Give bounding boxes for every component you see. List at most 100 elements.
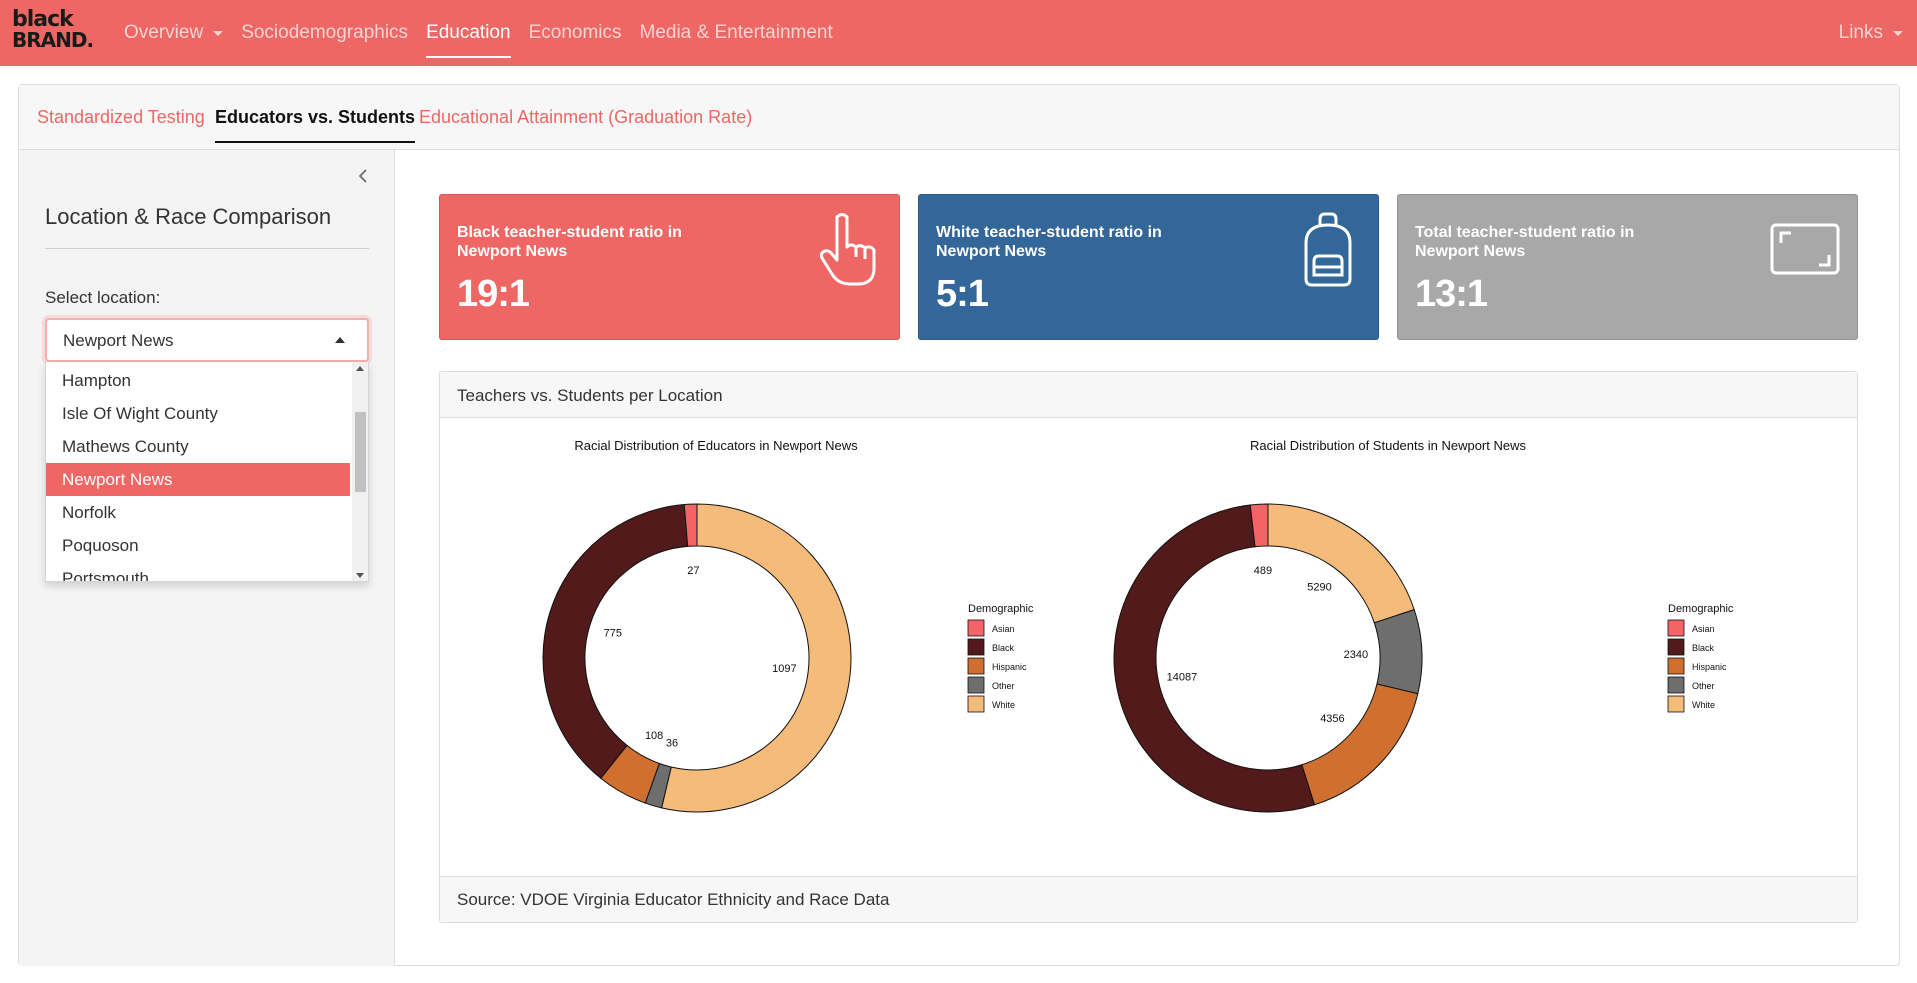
top-navbar: black BRAND. Overview Sociodemographics …	[0, 0, 1917, 66]
legend-label: Asian	[1692, 624, 1715, 634]
dropdown-option[interactable]: Poquoson	[46, 529, 350, 562]
legend-swatch	[1667, 676, 1685, 694]
data-label: 36	[666, 737, 678, 749]
chevron-left-icon	[358, 169, 367, 183]
brand-logo[interactable]: black BRAND.	[12, 7, 96, 54]
tab-educators-vs-students[interactable]: Educators vs. Students	[215, 107, 416, 143]
legend-label: Hispanic	[1692, 662, 1727, 672]
caret-down-icon	[1893, 30, 1903, 36]
scroll-down-icon[interactable]	[356, 573, 364, 578]
value-box-black-ratio: Black teacher-student ratio in Newport N…	[439, 194, 900, 340]
data-label: 14087	[1167, 671, 1198, 683]
brand-line2: BRAND.	[12, 28, 94, 52]
pie-slice-white	[1267, 503, 1415, 624]
legend-label: Black	[1692, 643, 1715, 653]
scroll-up-icon[interactable]	[356, 366, 364, 371]
nav-item-sociodemographics[interactable]: Sociodemographics	[241, 0, 408, 66]
dropdown-option[interactable]: Isle Of Wight County	[46, 397, 350, 430]
legend-swatch	[967, 619, 985, 637]
legend-swatch	[967, 695, 985, 713]
expand-icon	[1770, 223, 1840, 275]
chart-title: Racial Distribution of Students in Newpo…	[1250, 438, 1527, 453]
dropdown-option[interactable]: Norfolk	[46, 496, 350, 529]
legend-label: Other	[992, 681, 1015, 691]
nav-menu: Overview Sociodemographics Education Eco…	[124, 0, 851, 66]
select-location-label: Select location:	[45, 288, 161, 307]
value-box-title: Total teacher-student ratio in Newport N…	[1415, 224, 1635, 260]
legend-label: Other	[1692, 681, 1715, 691]
dropdown-option[interactable]: Hampton	[46, 364, 350, 397]
location-select-value: Newport News	[63, 331, 174, 350]
data-label: 108	[645, 730, 663, 742]
data-label: 489	[1254, 565, 1272, 577]
scrollbar-thumb[interactable]	[355, 412, 366, 492]
value-box-title: Black teacher-student ratio in Newport N…	[457, 224, 682, 260]
location-dropdown: Hampton Isle Of Wight County Mathews Cou…	[45, 362, 369, 582]
data-label: 4356	[1320, 713, 1344, 725]
panel-title: Teachers vs. Students per Location	[457, 386, 723, 405]
legend-swatch	[1667, 695, 1685, 713]
panel-source: Source: VDOE Virginia Educator Ethnicity…	[457, 890, 890, 909]
donut-charts: Racial Distribution of Educators in Newp…	[542, 438, 1734, 813]
data-label: 27	[687, 565, 699, 577]
nav-item-label: Media & Entertainment	[639, 22, 833, 43]
legend-label: Hispanic	[992, 662, 1027, 672]
tab-educational-attainment[interactable]: Educational Attainment (Graduation Rate)	[419, 107, 752, 128]
location-select-input[interactable]: Newport News	[45, 318, 369, 362]
sidebar-title: Location & Race Comparison	[45, 204, 332, 229]
nav-item-label: Education	[426, 22, 511, 43]
data-label: 2340	[1344, 649, 1368, 661]
dropdown-option[interactable]: Mathews County	[46, 430, 350, 463]
data-label: 775	[604, 627, 622, 639]
nav-item-label: Economics	[528, 22, 622, 43]
nav-item-economics[interactable]: Economics	[529, 0, 622, 66]
dropdown-option-selected[interactable]: Newport News	[46, 463, 350, 496]
hand-pointer-icon	[819, 213, 876, 286]
pie-slice-other	[1373, 609, 1423, 695]
sidebar-collapse-button[interactable]	[353, 166, 373, 190]
nav-item-media-entertainment[interactable]: Media & Entertainment	[640, 0, 833, 66]
legend-swatch	[1667, 619, 1685, 637]
nav-item-label: Sociodemographics	[241, 22, 409, 43]
value-box-title: White teacher-student ratio in Newport N…	[936, 224, 1162, 260]
legend-swatch	[1667, 638, 1685, 656]
legend-title: Demographic	[968, 603, 1034, 615]
data-label: 5290	[1307, 582, 1331, 594]
panel-header: Teachers vs. Students per Location	[440, 372, 1857, 418]
caret-down-icon	[213, 30, 224, 36]
legend-title: Demographic	[1668, 603, 1734, 615]
chart-panel: Teachers vs. Students per Location Racia…	[439, 371, 1858, 923]
legend-swatch	[967, 657, 985, 675]
value-box-value: 19:1	[457, 273, 530, 315]
chart-1: Racial Distribution of Students in Newpo…	[1113, 438, 1734, 813]
panel-footer: Source: VDOE Virginia Educator Ethnicity…	[440, 876, 1857, 922]
backpack-icon	[1304, 212, 1352, 287]
value-box-value: 13:1	[1415, 273, 1488, 315]
nav-item-overview[interactable]: Overview	[124, 0, 224, 66]
pie-slice-white	[660, 503, 852, 813]
sidebar: Location & Race Comparison Select locati…	[19, 150, 395, 966]
caret-up-icon	[335, 337, 345, 343]
value-box-white-ratio: White teacher-student ratio in Newport N…	[918, 194, 1379, 340]
legend-label: Asian	[992, 624, 1015, 634]
nav-item-label: Overview	[124, 22, 204, 43]
divider	[45, 248, 369, 249]
chart-0: Racial Distribution of Educators in Newp…	[542, 438, 1034, 813]
tab-standardized-testing[interactable]: Standardized Testing	[37, 107, 205, 128]
legend-swatch	[967, 676, 985, 694]
pie-slice-hispanic	[1301, 683, 1419, 806]
legend-swatch	[967, 638, 985, 656]
value-box-total-ratio: Total teacher-student ratio in Newport N…	[1397, 194, 1858, 340]
nav-links-label: Links	[1838, 22, 1883, 43]
main-card: Standardized Testing Educators vs. Stude…	[18, 84, 1900, 966]
data-label: 1097	[772, 663, 796, 675]
legend-label: Black	[992, 643, 1015, 653]
nav-item-education[interactable]: Education	[426, 0, 511, 66]
pie-slice-black	[1113, 504, 1316, 813]
dropdown-list: Hampton Isle Of Wight County Mathews Cou…	[46, 364, 350, 581]
dropdown-scrollbar[interactable]	[352, 362, 368, 581]
tab-bar: Standardized Testing Educators vs. Stude…	[19, 85, 1899, 150]
brand-line1: black	[12, 7, 74, 32]
nav-links-dropdown[interactable]: Links	[1839, 0, 1903, 66]
dropdown-option[interactable]: Portsmouth	[46, 562, 350, 581]
